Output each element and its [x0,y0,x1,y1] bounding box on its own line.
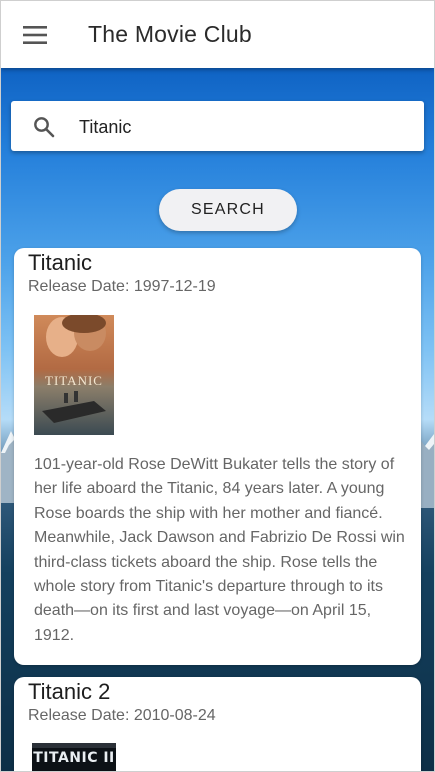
poster-title-text: TITANIC [45,373,103,388]
hamburger-menu-icon[interactable] [23,26,47,44]
release-date: Release Date: 1997-12-19 [28,278,216,295]
movie-overview: 101-year-old Rose DeWitt Bukater tells t… [34,456,405,644]
app-title: The Movie Club [88,21,252,47]
movie-card[interactable]: Titanic Release Date: 1997-12-19 TITANIC… [14,248,421,665]
search-box [11,101,424,151]
movie-title: Titanic 2 [28,679,111,704]
app-window: The Movie Club SEARCH Titanic Release Da… [0,0,435,772]
poster-title-text: TITANIC II [33,750,115,766]
search-button[interactable]: SEARCH [159,189,297,231]
search-icon [34,117,55,138]
movie-poster[interactable]: TITANIC [34,315,114,435]
movie-poster[interactable]: TITANIC II [32,743,116,771]
movie-card[interactable]: Titanic 2 Release Date: 2010-08-24 TITAN… [14,677,421,771]
release-date: Release Date: 2010-08-24 [28,707,216,724]
movie-title: Titanic [28,250,92,275]
search-input[interactable] [77,111,411,143]
app-bar: The Movie Club [1,1,434,68]
